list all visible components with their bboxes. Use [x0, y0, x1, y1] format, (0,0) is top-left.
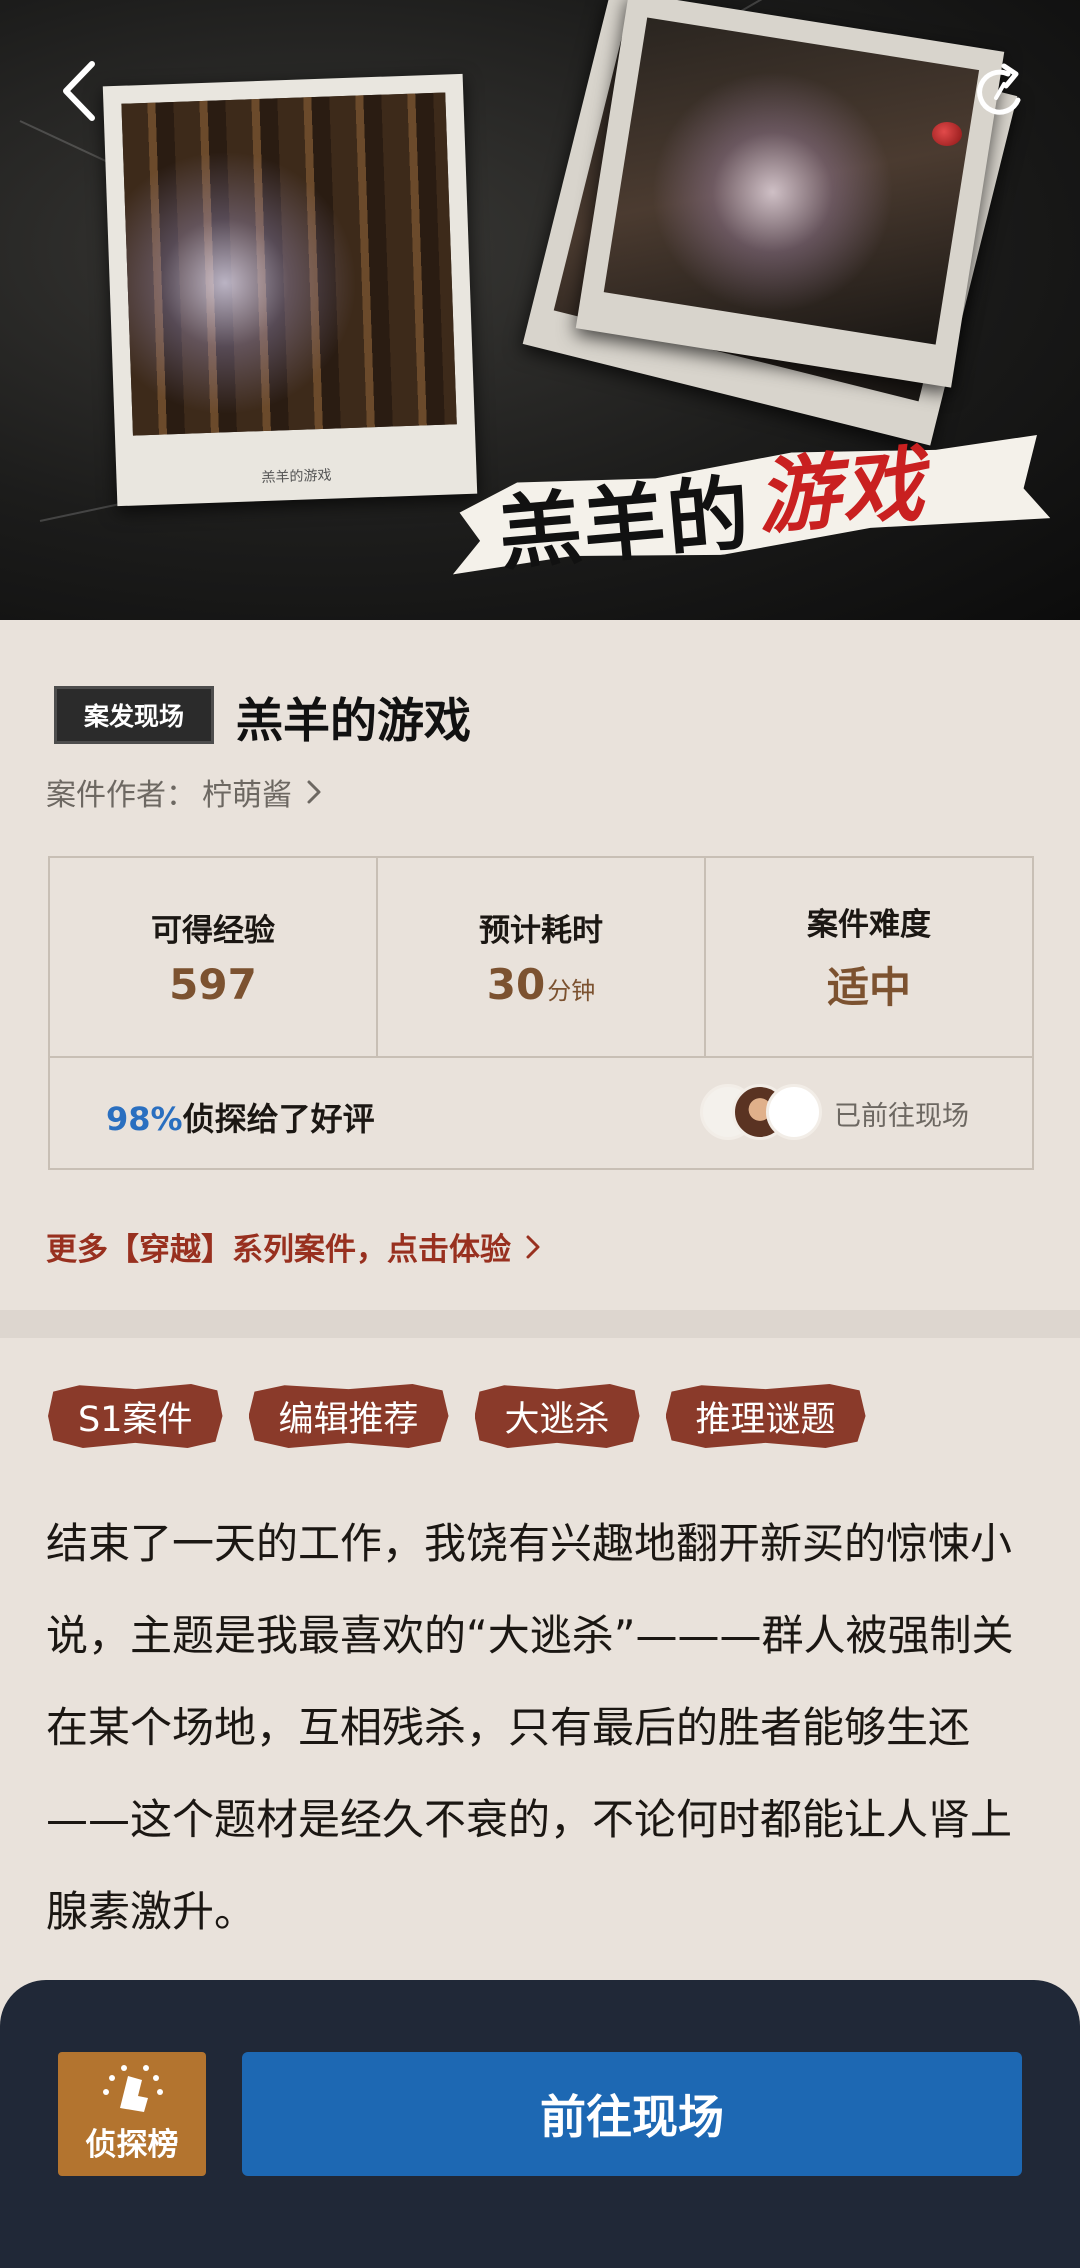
- go-to-scene-button[interactable]: 前往现场: [242, 2052, 1022, 2176]
- tag-item: 编辑推荐: [248, 1384, 449, 1448]
- author-name: 柠萌酱: [202, 778, 292, 813]
- hero-title: 羔羊的 游戏: [443, 404, 1064, 607]
- stats-panel: 可得经验 597 预计耗时 30分钟 案件难度 适中 98%侦探给了好评 已前往…: [48, 856, 1034, 1170]
- stat-time: 预计耗时 30分钟: [378, 858, 704, 1056]
- chevron-right-icon: [526, 1235, 540, 1258]
- back-button[interactable]: [56, 56, 106, 126]
- case-title: 羔羊的游戏: [236, 694, 471, 749]
- bottom-action-bar: 侦探榜 前往现场: [0, 1980, 1080, 2268]
- visitor-avatars: [700, 1084, 822, 1140]
- stat-difficulty: 案件难度 适中: [706, 858, 1032, 1056]
- visited-label: 已前往现场: [834, 1101, 969, 1132]
- stat-value: 597: [169, 960, 257, 1009]
- stat-value: 适中: [826, 963, 911, 1012]
- hero-photo-front: [575, 0, 1005, 388]
- chevron-right-icon: [307, 780, 321, 804]
- hero-red-stain: [932, 122, 962, 146]
- series-link[interactable]: 更多【穿越】系列案件，点击体验: [46, 1224, 541, 1269]
- stat-unit: 分钟: [547, 977, 596, 1005]
- stat-experience: 可得经验 597: [50, 858, 376, 1056]
- share-icon: [977, 63, 1021, 115]
- hero-banner: 羔羊的游戏 羔羊的 游戏: [0, 0, 1080, 620]
- case-info-card: 案发现场 羔羊的游戏 案件作者： 柠萌酱 可得经验 597 预计耗时 30分钟 …: [0, 620, 1080, 1310]
- author-label: 案件作者：: [46, 778, 196, 813]
- avatar: [766, 1084, 822, 1140]
- hero-title-part1: 羔羊的: [495, 466, 755, 584]
- ranking-icon: [103, 2065, 163, 2112]
- detective-ranking-button[interactable]: 侦探榜: [58, 2052, 206, 2176]
- ranking-label: 侦探榜: [85, 2127, 179, 2163]
- stat-label: 预计耗时: [479, 913, 603, 949]
- description-paragraph: 结束了一天的工作，我饶有兴趣地翻开新买的惊悚小说，主题是我最喜欢的“大逃杀”——…: [46, 1519, 1014, 1936]
- stat-label: 可得经验: [151, 913, 275, 949]
- rating-text: 98%侦探给了好评: [106, 1100, 375, 1138]
- stat-value: 30分钟: [486, 960, 596, 1009]
- tag-item: S1案件: [48, 1384, 223, 1448]
- polaroid-caption: 羔羊的游戏: [261, 467, 332, 487]
- tag-item: 推理谜题: [665, 1384, 866, 1448]
- back-arrow-icon: [63, 61, 95, 121]
- description-text: 结束了一天的工作，我饶有兴趣地翻开新买的惊悚小说，主题是我最喜欢的“大逃杀”——…: [46, 1498, 1036, 2018]
- tag-item: 大逃杀: [474, 1384, 640, 1448]
- tag-list: S1案件 编辑推荐 大逃杀 推理谜题: [48, 1384, 866, 1448]
- stat-label: 案件难度: [807, 907, 931, 943]
- category-tag: 案发现场: [54, 686, 214, 744]
- section-divider: [0, 1310, 1080, 1338]
- hero-title-part2: 游戏: [753, 437, 930, 547]
- author-link[interactable]: 案件作者： 柠萌酱: [46, 770, 322, 814]
- hero-polaroid: 羔羊的游戏: [102, 73, 478, 507]
- share-button[interactable]: [970, 60, 1034, 124]
- rating-percent: 98%: [106, 1100, 183, 1138]
